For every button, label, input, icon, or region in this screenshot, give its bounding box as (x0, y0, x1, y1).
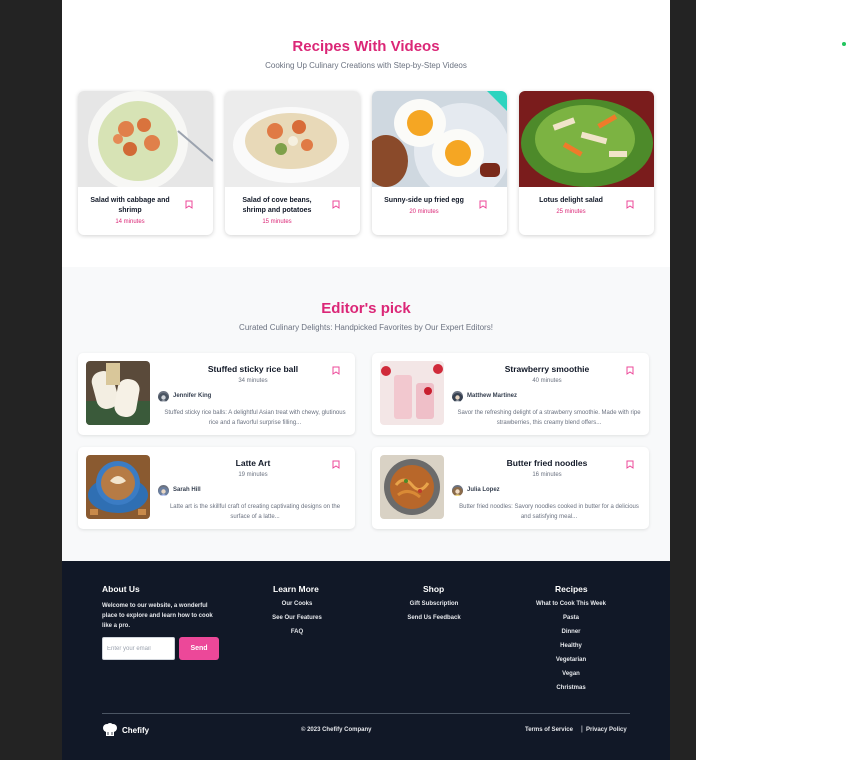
editor-pick-card[interactable]: Butter fried noodles 16 minutes Julia Lo… (372, 447, 649, 529)
chef-hat-icon[interactable] (102, 723, 118, 737)
recipe-title: Butter fried noodles (506, 458, 588, 468)
recipe-title: Sunny-side up fried egg (384, 197, 464, 204)
footer-heading-about: About Us (102, 584, 140, 594)
footer-link-faq[interactable]: FAQ (252, 629, 342, 635)
recipe-description: Butter fried noodles: Savory noodles coo… (459, 504, 639, 520)
footer-heading-recipes: Recipes (555, 584, 588, 594)
bookmark-icon[interactable] (626, 366, 634, 375)
footer-link-gift-subscription[interactable]: Gift Subscription (389, 601, 479, 607)
video-recipe-card[interactable]: Salad of cove beans, shrimp and potatoes… (225, 91, 360, 235)
recipe-time: 34 minutes (238, 378, 268, 384)
recipe-time: 40 minutes (532, 378, 562, 384)
site-footer: About Us Welcome to our website, a wonde… (62, 561, 670, 760)
author-name[interactable]: Sarah Hill (173, 487, 201, 493)
recipe-time: 25 minutes (556, 209, 586, 215)
footer-link-recipe[interactable]: What to Cook This Week (521, 601, 621, 607)
recipe-description: Latte art is the skillful craft of creat… (169, 504, 341, 520)
footer-link-recipe[interactable]: Vegan (521, 671, 621, 677)
recipe-image-butter-fried-noodles (380, 455, 444, 519)
footer-divider (102, 713, 630, 714)
recipe-image-sticky-rice-ball (86, 361, 150, 425)
video-recipe-card[interactable]: Salad with cabbage and shrimp 14 minutes (78, 91, 213, 235)
terms-link[interactable]: Terms of Service (525, 727, 573, 733)
bookmark-icon[interactable] (332, 366, 340, 375)
copyright: © 2023 Chefify Company (301, 727, 372, 733)
recipe-image-latte-art (86, 455, 150, 519)
section-title: Editor's pick (321, 300, 411, 317)
privacy-link[interactable]: Privacy Policy (586, 727, 627, 733)
recipe-image-strawberry-smoothie (380, 361, 444, 425)
recipe-title: Salad with cabbage and shrimp (90, 197, 170, 214)
recipe-time: 14 minutes (115, 219, 145, 225)
status-dot (842, 42, 846, 46)
footer-link-recipe[interactable]: Christmas (521, 685, 621, 691)
editor-pick-card[interactable]: Stuffed sticky rice ball 34 minutes Jenn… (78, 353, 355, 435)
editor-pick-card[interactable]: Strawberry smoothie 40 minutes Matthew M… (372, 353, 649, 435)
section-title: Recipes With Videos (292, 38, 440, 55)
recipe-description: Savor the refreshing delight of a strawb… (457, 410, 641, 426)
bookmark-icon[interactable] (626, 460, 634, 469)
left-backdrop (0, 0, 62, 760)
recipe-image-bean-shrimp-salad (225, 91, 360, 187)
bookmark-icon[interactable] (332, 460, 340, 469)
recipe-time: 20 minutes (409, 209, 439, 215)
author-name[interactable]: Julia Lopez (467, 487, 500, 493)
avatar (452, 391, 463, 402)
author-name[interactable]: Jennifer King (173, 393, 211, 399)
recipe-title: Strawberry smoothie (504, 364, 590, 374)
section-subtitle: Cooking Up Culinary Creations with Step-… (265, 61, 467, 70)
footer-heading-learn-more: Learn More (273, 584, 319, 594)
right-backdrop (670, 0, 696, 760)
footer-link-recipe[interactable]: Vegetarian (521, 657, 621, 663)
bookmark-icon[interactable] (185, 200, 193, 209)
recipe-image-lotus-salad (519, 91, 654, 187)
footer-link-recipe[interactable]: Pasta (521, 615, 621, 621)
recipe-image-fried-egg (372, 91, 507, 187)
author-name[interactable]: Matthew Martinez (467, 393, 517, 399)
video-recipe-card[interactable]: Lotus delight salad 25 minutes (519, 91, 654, 235)
video-recipe-card[interactable]: Sunny-side up fried egg 20 minutes (372, 91, 507, 235)
footer-link-feedback[interactable]: Send Us Feedback (389, 615, 479, 621)
avatar (158, 485, 169, 496)
email-input[interactable] (102, 637, 175, 660)
about-text: Welcome to our website, a wonderful plac… (102, 603, 213, 629)
recipe-description: Stuffed sticky rice balls: A delightful … (164, 410, 346, 426)
recipe-title: Lotus delight salad (539, 197, 603, 204)
footer-link-recipe[interactable]: Healthy (521, 643, 621, 649)
recipe-time: 15 minutes (262, 219, 292, 225)
bookmark-icon[interactable] (332, 200, 340, 209)
footer-link-our-cooks[interactable]: Our Cooks (252, 601, 342, 607)
footer-heading-shop: Shop (423, 584, 445, 594)
avatar (452, 485, 463, 496)
footer-link-features[interactable]: See Our Features (252, 615, 342, 621)
bookmark-icon[interactable] (479, 200, 487, 209)
recipe-time: 19 minutes (238, 472, 268, 478)
legal-separator: | (581, 726, 583, 733)
editors-pick-section: Editor's pick Curated Culinary Delights:… (62, 267, 670, 561)
recipes-with-videos-section: Recipes With Videos Cooking Up Culinary … (62, 0, 670, 267)
page: Recipes With Videos Cooking Up Culinary … (62, 0, 670, 760)
recipe-image-shrimp-cabbage-salad (78, 91, 213, 187)
avatar (158, 391, 169, 402)
recipe-title: Salad of cove beans, shrimp and potatoes (242, 197, 312, 214)
footer-link-recipe[interactable]: Dinner (521, 629, 621, 635)
send-button[interactable]: Send (179, 637, 219, 660)
recipe-title: Latte Art (235, 458, 271, 468)
recipe-title: Stuffed sticky rice ball (207, 364, 299, 374)
brand-name[interactable]: Chefify (122, 726, 149, 735)
editor-pick-card[interactable]: Latte Art 19 minutes Sarah Hill Latte ar… (78, 447, 355, 529)
section-subtitle: Curated Culinary Delights: Handpicked Fa… (239, 323, 493, 332)
recipe-time: 16 minutes (532, 472, 562, 478)
bookmark-icon[interactable] (626, 200, 634, 209)
